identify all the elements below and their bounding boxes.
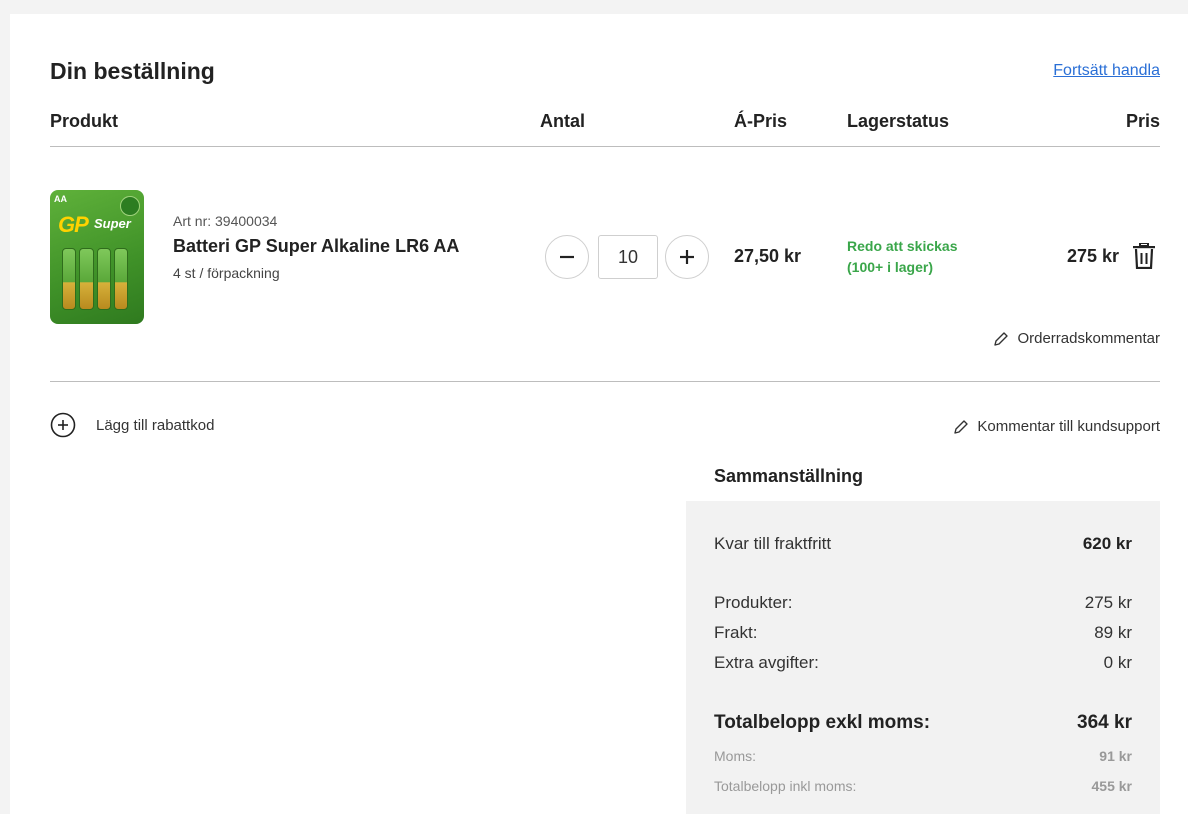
plus-circle-icon — [50, 412, 76, 438]
shipping-value: 89 kr — [1094, 623, 1132, 642]
support-comment-button[interactable]: Kommentar till kundsupport — [953, 418, 1160, 435]
super-value-badge-icon — [120, 196, 140, 216]
stock-status: Redo att skickas (100+ i lager) — [847, 236, 958, 278]
extra-fees-label: Extra avgifter: — [714, 653, 819, 672]
summary-title: Sammanställning — [714, 466, 864, 486]
order-row-comment-button[interactable]: Orderradskommentar — [993, 330, 1160, 347]
total-incl-vat-label: Totalbelopp inkl moms: — [714, 778, 857, 794]
support-comment-label: Kommentar till kundsupport — [977, 418, 1160, 435]
total-excl-vat-label: Totalbelopp exkl moms: — [714, 712, 931, 733]
total-incl-vat-value: 455 kr — [1091, 778, 1132, 794]
page-title: Din beställning — [50, 58, 215, 84]
summary-row-free-shipping: Kvar till fraktfritt 620 kr — [714, 534, 1132, 554]
free-shipping-value: 620 kr — [1082, 534, 1132, 553]
decrease-quantity-button[interactable] — [545, 235, 589, 279]
shipping-label: Frakt: — [714, 623, 758, 642]
total-excl-vat-value: 364 kr — [1077, 712, 1132, 733]
pencil-icon — [954, 419, 969, 434]
column-header-price: Pris — [1125, 111, 1160, 131]
free-shipping-label: Kvar till fraktfritt — [714, 534, 832, 553]
vat-label: Moms: — [714, 748, 756, 764]
quantity-input[interactable] — [598, 235, 658, 279]
product-image[interactable]: AA GP Super — [50, 190, 144, 324]
product-pack-size: 4 st / förpackning — [173, 265, 280, 281]
minus-icon — [560, 255, 574, 259]
summary-row-total-excl-vat: Totalbelopp exkl moms: 364 kr — [714, 712, 1132, 734]
summary-row-extra-fees: Extra avgifter: 0 kr — [714, 653, 1132, 673]
pencil-icon — [994, 331, 1009, 346]
stock-status-line1: Redo att skickas — [847, 238, 958, 254]
product-name[interactable]: Batteri GP Super Alkaline LR6 AA — [173, 236, 459, 257]
summary-row-products: Produkter: 275 kr — [714, 593, 1132, 613]
header-divider — [50, 146, 1160, 147]
order-card: Din beställning Fortsätt handla Produkt … — [10, 14, 1188, 814]
summary-row-total-incl-vat: Totalbelopp inkl moms: 455 kr — [714, 778, 1132, 794]
order-row-comment-label: Orderradskommentar — [1017, 330, 1160, 347]
add-discount-code-button[interactable]: Lägg till rabattkod — [50, 412, 214, 438]
product-image-brand-line: Super — [94, 216, 131, 231]
product-image-size-tag: AA — [54, 194, 67, 204]
unit-price: 27,50 kr — [734, 246, 802, 266]
vat-value: 91 kr — [1099, 748, 1132, 764]
row-divider — [50, 381, 1160, 382]
plus-icon — [680, 250, 694, 264]
line-price: 275 kr — [1067, 246, 1120, 266]
increase-quantity-button[interactable] — [665, 235, 709, 279]
continue-shopping-link[interactable]: Fortsätt handla — [1053, 62, 1160, 80]
column-header-quantity: Antal — [540, 111, 585, 131]
stock-status-line2: (100+ i lager) — [847, 259, 933, 275]
summary-row-shipping: Frakt: 89 kr — [714, 623, 1132, 643]
column-header-stock: Lagerstatus — [847, 111, 950, 131]
summary-row-vat: Moms: 91 kr — [714, 748, 1132, 764]
product-image-brand: GP — [58, 212, 89, 237]
products-value: 275 kr — [1084, 593, 1132, 612]
article-number: Art nr: 39400034 — [173, 213, 278, 229]
add-discount-code-label: Lägg till rabattkod — [96, 416, 215, 434]
products-label: Produkter: — [714, 593, 793, 612]
column-header-unit-price: Á-Pris — [734, 111, 788, 131]
trash-icon[interactable] — [1132, 243, 1156, 269]
extra-fees-value: 0 kr — [1103, 653, 1132, 672]
column-header-product: Produkt — [50, 111, 119, 131]
battery-cells-icon — [62, 248, 128, 310]
order-summary: Kvar till fraktfritt 620 kr Produkter: 2… — [686, 501, 1160, 814]
